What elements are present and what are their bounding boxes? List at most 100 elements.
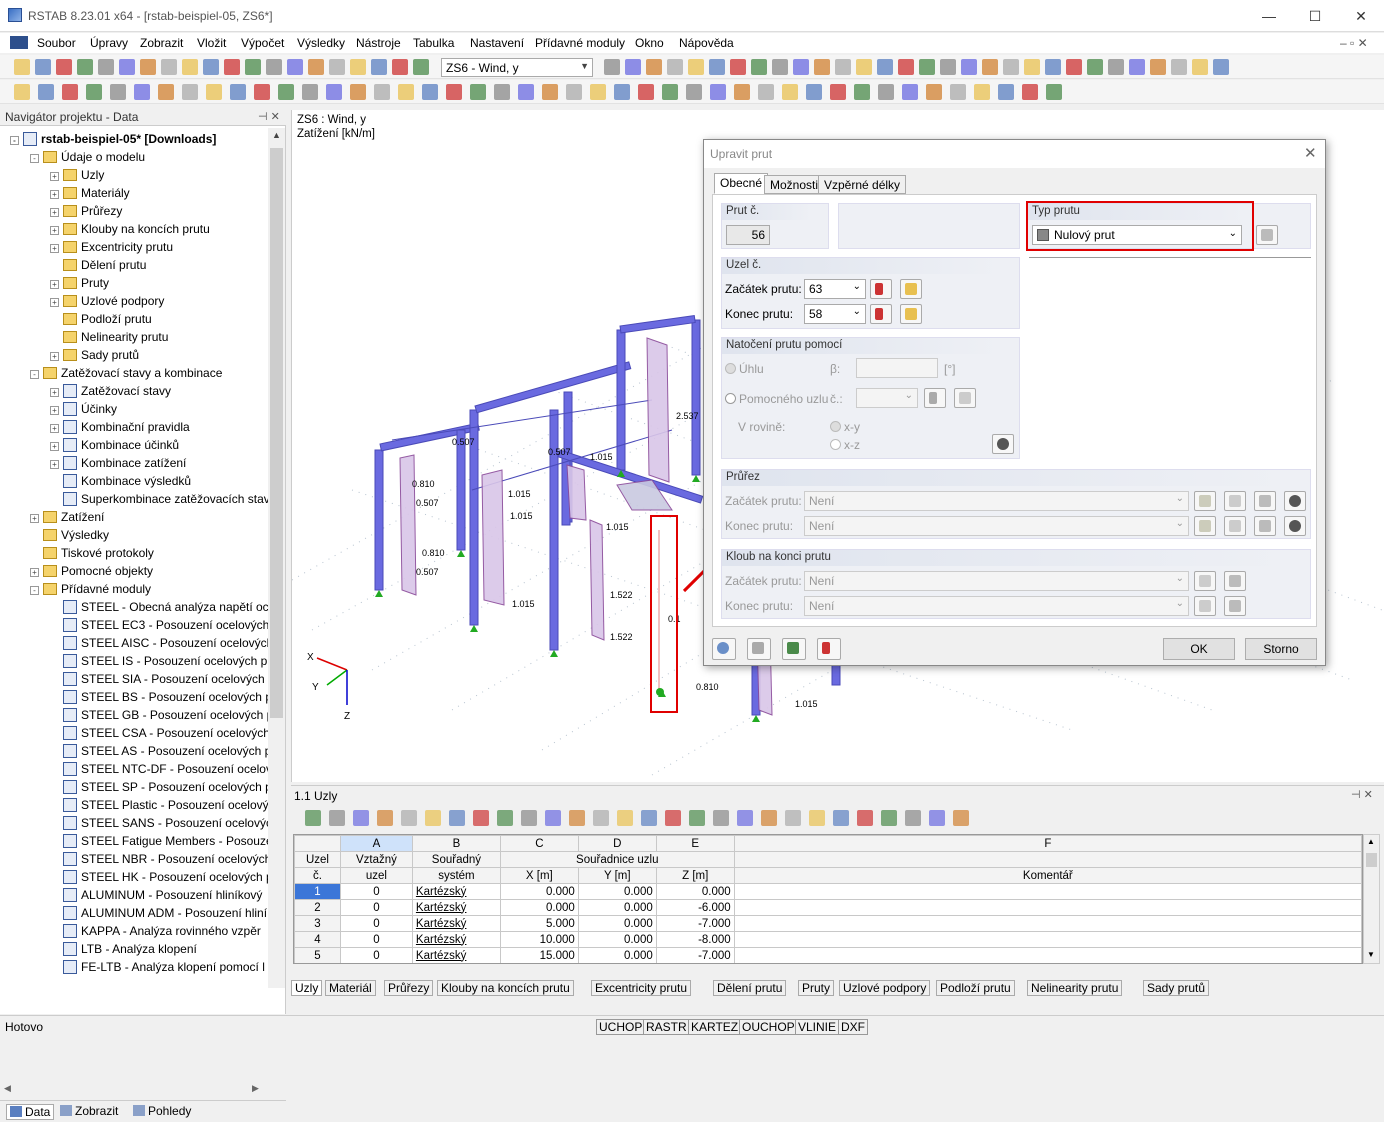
toolbar-button[interactable] xyxy=(1108,59,1124,75)
toolbar-button[interactable] xyxy=(206,84,222,100)
toolbar-button[interactable] xyxy=(686,84,702,100)
sheet-tab[interactable]: Dělení prutu xyxy=(713,980,787,996)
tree-item[interactable]: ALUMINUM - Posouzení hliníkový xyxy=(50,886,262,904)
cell-y[interactable]: 0.000 xyxy=(577,915,657,932)
toolbar-button[interactable] xyxy=(254,84,270,100)
expand-icon[interactable]: + xyxy=(50,388,59,397)
sheet-tab[interactable]: Sady prutů xyxy=(1143,980,1210,996)
scroll-up-icon[interactable]: ▲ xyxy=(1367,837,1375,846)
col-letter-f[interactable]: F xyxy=(733,835,1362,852)
tree-item[interactable]: FE-LTB - Analýza klopení pomocí l xyxy=(50,958,265,976)
toolbar-button[interactable] xyxy=(134,84,150,100)
cell-sys[interactable]: Kartézský xyxy=(411,915,501,932)
expand-icon[interactable]: + xyxy=(30,568,39,577)
section-info-end-button[interactable] xyxy=(1284,516,1306,536)
pick-start-node-button[interactable] xyxy=(870,279,892,299)
table-toolbar-button[interactable] xyxy=(785,810,801,826)
toolbar-button[interactable] xyxy=(1024,59,1040,75)
table-toolbar-button[interactable] xyxy=(329,810,345,826)
mdi-controls[interactable]: – ▫ ✕ xyxy=(1340,36,1368,50)
cell-ref[interactable]: 0 xyxy=(339,947,413,963)
tree-item[interactable]: + Uzlové podpory xyxy=(50,292,164,310)
calculator-button[interactable] xyxy=(782,638,806,660)
menu-napoveda[interactable]: Nápověda xyxy=(679,36,734,50)
cell-no[interactable]: 3 xyxy=(294,915,341,932)
table-toolbar-button[interactable] xyxy=(617,810,633,826)
tree-item[interactable]: STEEL NTC-DF - Posouzení ocelov xyxy=(50,760,268,778)
toolbar-button[interactable] xyxy=(494,84,510,100)
toolbar-button[interactable] xyxy=(518,84,534,100)
cell-komentar[interactable] xyxy=(733,915,1362,932)
cell-x[interactable]: 5.000 xyxy=(499,915,579,932)
toolbar-button[interactable] xyxy=(287,59,303,75)
sheet-tab[interactable]: Podloží prutu xyxy=(936,980,1015,996)
toolbar-button[interactable] xyxy=(1046,84,1062,100)
table-toolbar-button[interactable] xyxy=(305,810,321,826)
tree-item[interactable]: + Uzly xyxy=(50,166,104,184)
radio-xy[interactable]: x-y xyxy=(830,420,860,434)
tree-item[interactable]: Výsledky xyxy=(30,526,109,544)
table-scrollbar[interactable]: ▲ ▼ xyxy=(1363,834,1380,964)
toolbar-button[interactable] xyxy=(329,59,345,75)
toolbar-button[interactable] xyxy=(793,59,809,75)
cell-y[interactable]: 0.000 xyxy=(577,899,657,916)
toolbar-button[interactable] xyxy=(35,59,51,75)
scroll-up-icon[interactable]: ▲ xyxy=(272,130,281,140)
navigator-scrollbar[interactable]: ▲ xyxy=(268,128,285,988)
radio-pomocneho-uzlu[interactable]: Pomocného uzlu xyxy=(725,392,828,406)
edit-section-end-button[interactable] xyxy=(1254,516,1276,536)
tree-item[interactable]: LTB - Analýza klopení xyxy=(50,940,197,958)
toolbar-button[interactable] xyxy=(302,84,318,100)
cell-komentar[interactable] xyxy=(733,947,1362,963)
toolbar-button[interactable] xyxy=(806,84,822,100)
cell-sys[interactable]: Kartézský xyxy=(411,883,501,900)
cell-z[interactable]: -7.000 xyxy=(655,915,735,932)
table-row[interactable]: 4 0 Kartézský 10.000 0.000 -8.000 xyxy=(294,931,1362,948)
table-toolbar-button[interactable] xyxy=(521,810,537,826)
toolbar-button[interactable] xyxy=(662,84,678,100)
pick-aux-node-button[interactable] xyxy=(924,388,946,408)
tree-item[interactable]: STEEL HK - Posouzení ocelových p xyxy=(50,868,268,886)
toolbar-button[interactable] xyxy=(667,59,683,75)
expand-icon[interactable]: + xyxy=(50,190,59,199)
scroll-down-icon[interactable]: ▼ xyxy=(1367,950,1375,959)
tab-vzperne-delky[interactable]: Vzpěrné délky xyxy=(818,175,907,194)
expand-icon[interactable]: + xyxy=(50,298,59,307)
toolbar-button[interactable] xyxy=(350,59,366,75)
col-letter-c[interactable]: C xyxy=(499,835,579,852)
col-letter-d[interactable]: D xyxy=(577,835,657,852)
col-letter-a[interactable]: A xyxy=(339,835,413,852)
toolbar-button[interactable] xyxy=(374,84,390,100)
toolbar-button[interactable] xyxy=(814,59,830,75)
table-toolbar-button[interactable] xyxy=(953,810,969,826)
menu-okno[interactable]: Okno xyxy=(635,36,664,50)
toolbar-button[interactable] xyxy=(1045,59,1061,75)
sheet-tab[interactable]: Průřezy xyxy=(384,980,434,996)
navigator-pin-close[interactable]: ⊣ ✕ xyxy=(258,110,280,123)
toggle-ouchop[interactable]: OUCHOP xyxy=(739,1019,798,1035)
collapse-icon[interactable]: - xyxy=(30,586,39,595)
edit-hinge-end-button[interactable] xyxy=(1224,596,1246,616)
toolbar-button[interactable] xyxy=(830,84,846,100)
new-hinge-button[interactable] xyxy=(1194,571,1216,591)
collapse-icon[interactable]: - xyxy=(10,136,19,145)
cell-x[interactable]: 10.000 xyxy=(499,931,579,948)
table-toolbar-button[interactable] xyxy=(737,810,753,826)
toolbar-button[interactable] xyxy=(782,84,798,100)
toolbar-button[interactable] xyxy=(350,84,366,100)
cell-y[interactable]: 0.000 xyxy=(577,883,657,900)
tree-item[interactable]: + Pomocné objekty xyxy=(30,562,153,580)
tree-item[interactable]: STEEL GB - Posouzení ocelových p xyxy=(50,706,268,724)
tree-item[interactable]: + Materiály xyxy=(50,184,130,202)
toolbar-button[interactable] xyxy=(926,84,942,100)
tab-obecne[interactable]: Obecné xyxy=(714,173,769,194)
cell-x[interactable]: 0.000 xyxy=(499,883,579,900)
table-row[interactable]: 1 0 Kartézský 0.000 0.000 0.000 xyxy=(294,883,1362,900)
tree-item[interactable]: STEEL Fatigue Members - Posouze xyxy=(50,832,268,850)
toolbar-button[interactable] xyxy=(772,59,788,75)
toolbar-button[interactable] xyxy=(566,84,582,100)
tree-item[interactable]: + Excentricity prutu xyxy=(50,238,173,256)
toolbar-button[interactable] xyxy=(854,84,870,100)
tree-item[interactable]: STEEL - Obecná analýza napětí oce xyxy=(50,598,268,616)
tree-item[interactable]: STEEL NBR - Posouzení ocelových xyxy=(50,850,268,868)
